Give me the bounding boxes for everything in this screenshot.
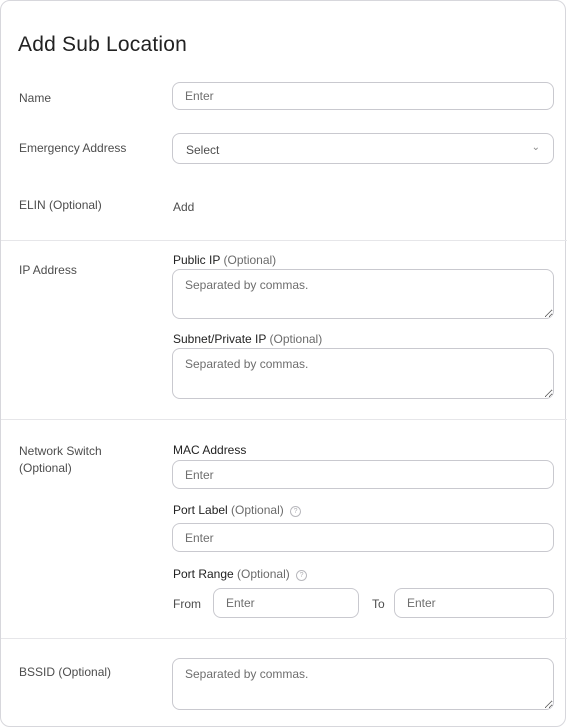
port-label-optional: (Optional) [231, 503, 284, 517]
port-label-label: Port Label (Optional) ? [173, 503, 302, 517]
emergency-address-select[interactable]: Select ⌄ [172, 133, 554, 164]
name-label: Name [19, 91, 52, 105]
port-label-label-text: Port Label [173, 503, 228, 517]
mac-address-input[interactable] [172, 460, 554, 489]
public-ip-textarea[interactable] [172, 269, 554, 319]
port-range-to-input[interactable] [394, 588, 554, 618]
public-ip-label-text: Public IP [173, 253, 221, 267]
add-sub-location-dialog: Add Sub Location Name Emergency Address … [0, 0, 567, 727]
question-circle-icon[interactable]: ? [296, 570, 308, 581]
divider [1, 638, 567, 639]
divider [1, 419, 567, 420]
port-range-from-label: From [173, 597, 201, 611]
elin-label: ELIN (Optional) [19, 198, 102, 212]
bssid-label: BSSID (Optional) [19, 665, 112, 679]
port-range-to-label: To [372, 597, 385, 611]
private-ip-label: Subnet/Private IP (Optional) [173, 332, 322, 346]
divider [1, 240, 567, 241]
private-ip-textarea[interactable] [172, 348, 554, 399]
public-ip-optional: (Optional) [223, 253, 277, 267]
private-ip-optional: (Optional) [269, 332, 323, 346]
bssid-textarea[interactable] [172, 658, 554, 710]
private-ip-label-text: Subnet/Private IP [173, 332, 267, 346]
network-switch-label-line1: Network Switch [19, 444, 102, 458]
emergency-address-label: Emergency Address [19, 141, 127, 155]
network-switch-label-line2: (Optional) [19, 461, 72, 475]
port-range-label-text: Port Range [173, 567, 234, 581]
ip-address-label: IP Address [19, 263, 77, 277]
elin-add-link[interactable]: Add [173, 200, 194, 214]
port-range-label: Port Range (Optional) ? [173, 567, 308, 581]
public-ip-label: Public IP (Optional) [173, 253, 276, 267]
port-range-optional: (Optional) [237, 567, 290, 581]
chevron-down-icon: ⌄ [531, 142, 540, 153]
emergency-address-value: Select [186, 143, 220, 157]
question-circle-icon[interactable]: ? [290, 506, 302, 517]
mac-address-label: MAC Address [173, 443, 247, 457]
dialog-title: Add Sub Location [18, 33, 187, 56]
port-label-input[interactable] [172, 523, 554, 552]
port-range-from-input[interactable] [213, 588, 359, 618]
name-input[interactable] [172, 82, 554, 110]
